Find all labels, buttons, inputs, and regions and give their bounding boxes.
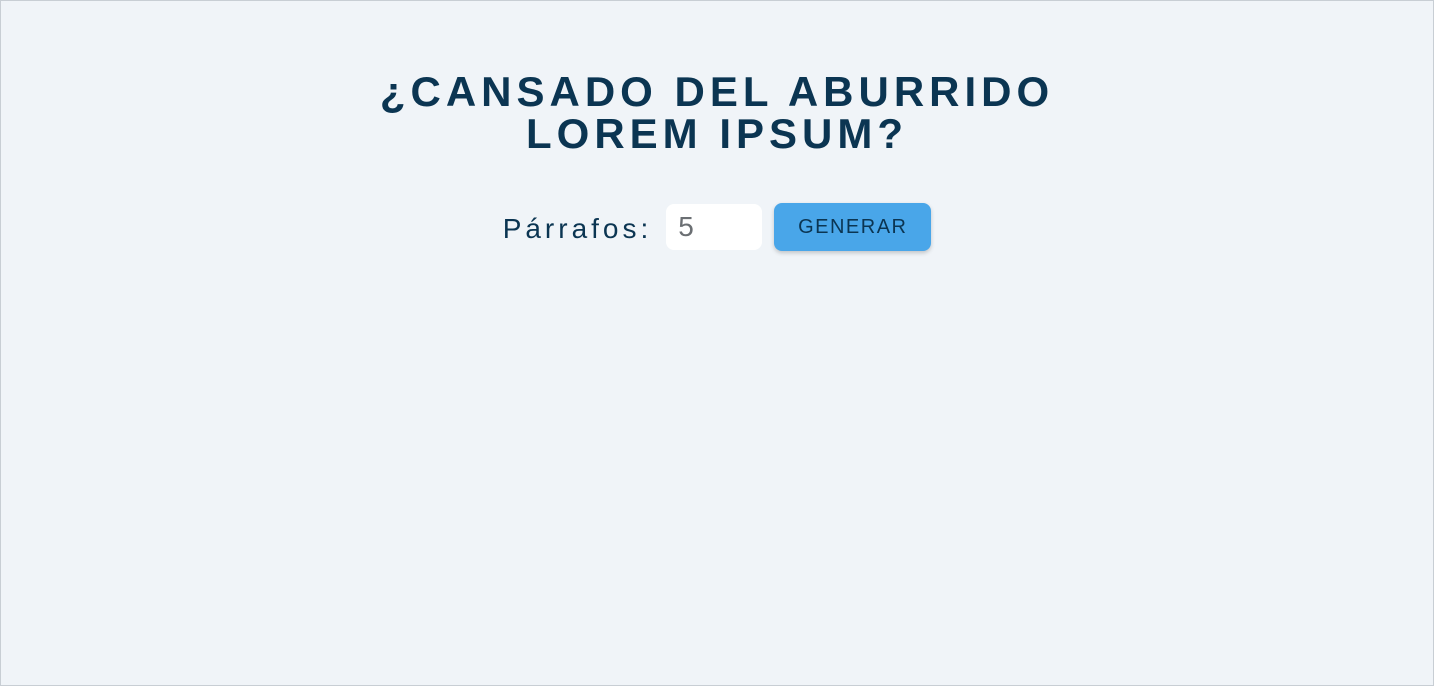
paragraphs-label: Párrafos:: [502, 213, 653, 244]
generate-button[interactable]: GENERAR: [774, 203, 932, 251]
main-section: ¿CANSADO DEL ABURRIDO LOREM IPSUM? Párra…: [1, 71, 1433, 251]
page-title: ¿CANSADO DEL ABURRIDO LOREM IPSUM?: [379, 68, 1055, 157]
paragraphs-input[interactable]: [666, 204, 763, 250]
lorem-form: Párrafos: GENERAR: [1, 203, 1433, 251]
